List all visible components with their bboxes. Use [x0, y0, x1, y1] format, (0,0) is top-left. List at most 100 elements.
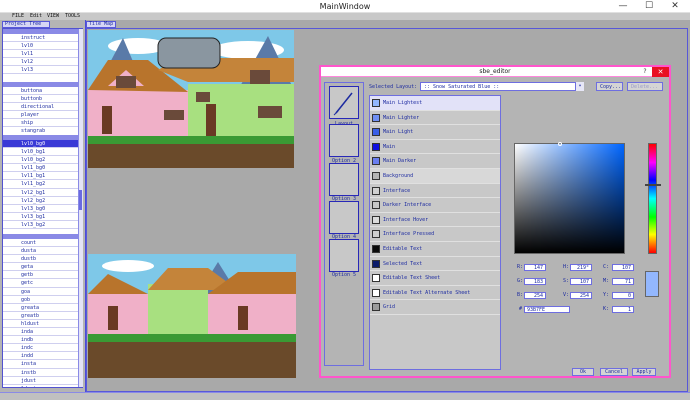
h-field[interactable]: 219° [570, 264, 592, 271]
tree-item[interactable]: geta [3, 263, 80, 272]
saturation-value-picker[interactable] [514, 143, 625, 254]
tab-tile-map[interactable]: Tile Map [86, 21, 116, 28]
tree-item[interactable]: lvl0_bg2 [3, 156, 80, 165]
tab-project-tree[interactable]: Project Tree [2, 21, 50, 28]
menu-tools[interactable]: TOOLS [65, 13, 80, 20]
color-role-item[interactable]: Main Light [370, 125, 500, 140]
tree-item[interactable]: inda [3, 328, 80, 337]
color-role-item[interactable]: Darker Interface [370, 198, 500, 213]
tree-item[interactable]: lvl2_bg1 [3, 189, 80, 197]
help-icon[interactable]: ? [640, 67, 650, 77]
tree-item[interactable]: jdust [3, 377, 80, 385]
layout-button[interactable] [329, 86, 359, 119]
close-icon[interactable]: ✕ [660, 0, 690, 13]
color-role-item[interactable]: Selected Text [370, 257, 500, 272]
tree-item[interactable]: lvl2_bg2 [3, 197, 80, 205]
tree-item[interactable]: gob [3, 296, 80, 304]
picker-cursor[interactable] [558, 142, 562, 146]
tree-item[interactable]: ship [3, 119, 80, 128]
color-role-item[interactable]: Editable Text Alternate Sheet [370, 286, 500, 301]
tree-item[interactable]: lvl1_bg2 [3, 180, 80, 189]
hex-field[interactable]: 93B7FE [524, 306, 570, 313]
tree-item[interactable]: greatb [3, 312, 80, 320]
hue-slider[interactable] [648, 143, 657, 254]
apply-button[interactable]: Apply [632, 368, 656, 376]
option-4-button[interactable] [329, 201, 359, 234]
option-3-button[interactable] [329, 163, 359, 196]
tree-item[interactable]: directional [3, 103, 80, 112]
tree-item[interactable]: hldust [3, 320, 80, 329]
horizontal-scrollbar[interactable] [0, 392, 690, 400]
ok-button[interactable]: Ok [572, 368, 594, 376]
tree-item[interactable]: count [3, 239, 80, 248]
hue-slider-handle[interactable] [645, 184, 661, 186]
color-role-item[interactable]: Editable Text [370, 242, 500, 257]
color-role-list[interactable]: Main Lightest Main Lighter Main Light Ma… [369, 95, 501, 370]
tree-item[interactable]: buttona [3, 87, 80, 96]
tile-map-scene-bottom[interactable] [88, 254, 296, 378]
tree-item[interactable]: lvl0 [3, 42, 80, 51]
color-role-item[interactable]: Main Lighter [370, 111, 500, 126]
s-field[interactable]: 107 [570, 278, 592, 285]
menu-edit[interactable]: Edit [30, 13, 42, 20]
c-label: C: [603, 264, 610, 270]
tree-item[interactable]: greata [3, 304, 80, 312]
tree-item[interactable]: lvl3_bg1 [3, 213, 80, 221]
color-swatch [372, 215, 380, 224]
color-role-item[interactable]: Interface Hover [370, 213, 500, 228]
g-field[interactable]: 183 [524, 278, 546, 285]
color-role-item[interactable]: Main [370, 140, 500, 155]
c-field[interactable]: 107 [612, 264, 634, 271]
k-field[interactable]: 1 [612, 306, 634, 313]
r-field[interactable]: 147 [524, 264, 546, 271]
tree-item[interactable]: indb [3, 336, 80, 345]
tree-item[interactable]: lvl3 [3, 66, 80, 75]
copy-button[interactable]: Copy... [596, 82, 623, 91]
y-field[interactable]: 0 [612, 292, 634, 299]
color-role-item[interactable]: Interface Pressed [370, 227, 500, 242]
tree-item[interactable]: indd [3, 352, 80, 361]
option-2-button[interactable] [329, 124, 359, 157]
tree-item-selected[interactable]: lvl0_bg0 [3, 140, 80, 149]
b-field[interactable]: 254 [524, 292, 546, 299]
tree-item[interactable]: goa [3, 288, 80, 296]
tree-item[interactable]: lvl3_bg2 [3, 221, 80, 230]
menu-file[interactable]: FILE [12, 13, 24, 20]
tree-item[interactable]: lvl3_bg0 [3, 205, 80, 213]
tree-item[interactable]: insta [3, 360, 80, 369]
tree-item[interactable]: buttonb [3, 95, 80, 104]
color-role-item[interactable]: Main Lightest [370, 96, 500, 111]
v-field[interactable]: 254 [570, 292, 592, 299]
menu-view[interactable]: VIEW [47, 13, 59, 20]
tree-item[interactable]: lvl1_bg1 [3, 172, 80, 181]
tile-map-scene-top[interactable] [88, 30, 294, 168]
tree-item[interactable]: instruct [3, 34, 80, 43]
tree-item[interactable]: dusta [3, 247, 80, 256]
color-role-item[interactable]: Editable Text Sheet [370, 271, 500, 286]
tree-item[interactable]: player [3, 111, 80, 120]
tree-item[interactable]: instb [3, 369, 80, 377]
tree-item[interactable]: indc [3, 344, 80, 353]
tree-item[interactable]: dustb [3, 255, 80, 264]
tree-item[interactable]: ldust [3, 385, 80, 387]
dialog-close-icon[interactable]: ✕ [652, 67, 669, 77]
tree-item[interactable]: getb [3, 271, 80, 280]
chevron-down-icon[interactable]: ▾ [575, 82, 584, 91]
tree-item[interactable]: lvl2 [3, 58, 80, 67]
color-role-item[interactable]: Main Darker [370, 154, 500, 169]
layout-select[interactable]: :: Snow Saturated Blue :: [420, 82, 584, 91]
m-field[interactable]: 71 [612, 278, 634, 285]
option-5-button[interactable] [329, 239, 359, 272]
tree-scrollbar-thumb[interactable] [79, 190, 82, 210]
color-role-item[interactable]: Background [370, 169, 500, 184]
tree-item[interactable]: lvl0_bg1 [3, 148, 80, 157]
color-role-item[interactable]: Grid [370, 300, 500, 315]
cancel-button[interactable]: Cancel [600, 368, 628, 376]
delete-button[interactable]: Delete... [627, 82, 663, 91]
tree-item[interactable]: lvl1 [3, 50, 80, 59]
tree-item[interactable]: lvl1_bg0 [3, 164, 80, 173]
color-role-label: Main Lighter [383, 114, 420, 121]
project-tree[interactable]: instruct lvl0 lvl1 lvl2 lvl3 buttona but… [2, 28, 83, 388]
tree-item[interactable]: getc [3, 279, 80, 288]
color-role-item[interactable]: Interface [370, 184, 500, 199]
